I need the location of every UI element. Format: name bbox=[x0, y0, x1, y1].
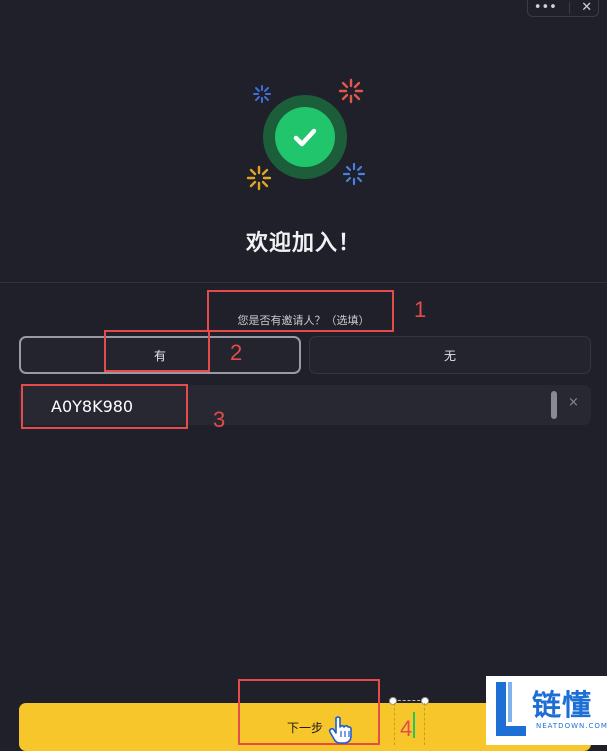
section-divider bbox=[0, 282, 607, 283]
sparkle-icon bbox=[253, 85, 271, 103]
annotation-number-1: 1 bbox=[414, 297, 427, 322]
selection-guide bbox=[424, 703, 425, 745]
selection-guide bbox=[394, 703, 395, 745]
success-badge bbox=[263, 95, 347, 179]
watermark-domain: NEATDOWN.COM bbox=[536, 722, 607, 730]
annotation-box-3 bbox=[21, 384, 188, 429]
field-scrollbar[interactable] bbox=[551, 391, 557, 419]
sparkle-icon bbox=[338, 78, 364, 104]
watermark-logo-icon bbox=[496, 682, 526, 736]
annotation-number-3: 3 bbox=[213, 407, 226, 432]
more-options-button[interactable]: ••• bbox=[534, 0, 557, 16]
annotation-box-4 bbox=[238, 679, 380, 745]
sparkle-icon bbox=[342, 162, 366, 186]
selection-handle bbox=[389, 697, 397, 705]
check-circle-icon bbox=[275, 107, 335, 167]
hand-pointer-icon bbox=[328, 716, 352, 744]
clear-input-icon[interactable]: × bbox=[568, 395, 579, 410]
option-no-label: 无 bbox=[443, 348, 456, 363]
close-button[interactable]: ✕ bbox=[581, 0, 592, 16]
watermark-text: 链懂 bbox=[532, 688, 593, 722]
welcome-title: 欢迎加入！ bbox=[245, 231, 361, 256]
annotation-number-4: 4 bbox=[400, 716, 413, 741]
watermark: 链懂 NEATDOWN.COM bbox=[486, 676, 607, 745]
option-no-button[interactable]: 无 bbox=[309, 336, 591, 374]
sparkle-icon bbox=[246, 165, 272, 191]
annotation-box-1 bbox=[207, 290, 394, 332]
annotation-number-2: 2 bbox=[230, 340, 243, 365]
annotation-box-2 bbox=[104, 330, 210, 372]
check-mark-icon bbox=[293, 128, 317, 147]
control-divider bbox=[568, 2, 570, 14]
selection-handle bbox=[421, 697, 429, 705]
window-controls: ••• ✕ bbox=[527, 0, 599, 17]
text-cursor bbox=[413, 712, 415, 738]
